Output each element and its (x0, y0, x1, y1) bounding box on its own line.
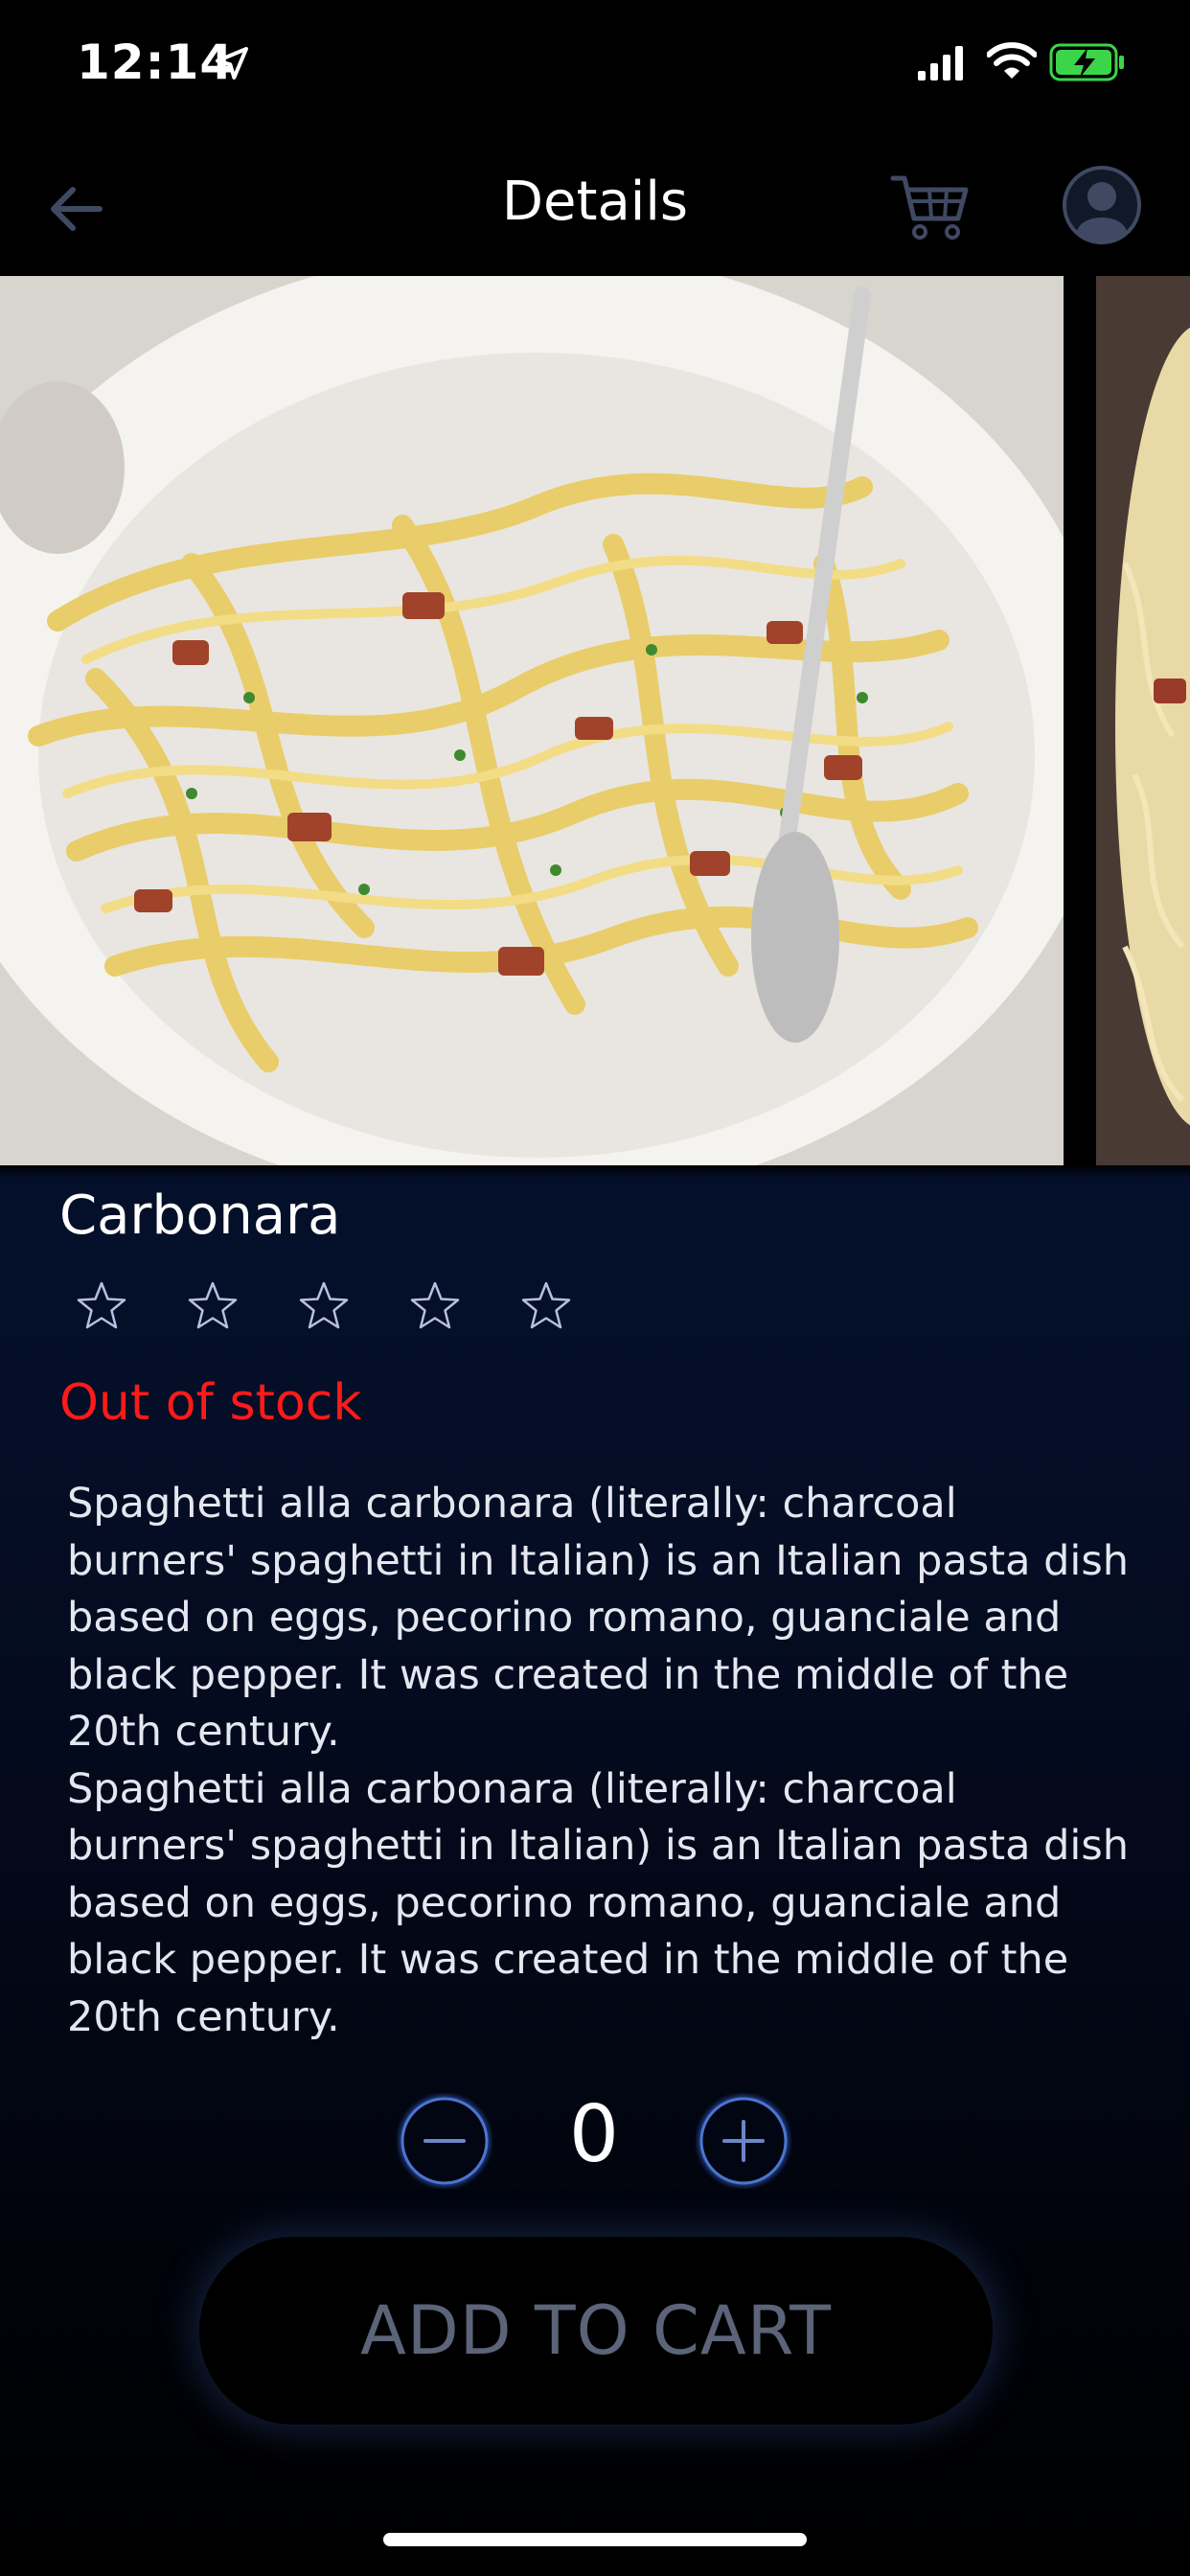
battery-charging-icon (1049, 43, 1124, 81)
minus-icon[interactable] (397, 2093, 492, 2189)
quantity-value: 0 (568, 2089, 620, 2180)
wifi-icon (987, 42, 1037, 79)
dish-photo-next (1096, 276, 1190, 1165)
user-avatar-icon[interactable] (1062, 165, 1142, 245)
status-time: 12:14 (77, 34, 235, 90)
description-paragraph: Spaghetti alla carbonara (literally: cha… (67, 1480, 1130, 1756)
dish-name: Carbonara (59, 1184, 341, 1247)
cart-icon[interactable] (887, 163, 973, 249)
home-indicator[interactable] (383, 2533, 807, 2546)
plus-icon[interactable] (696, 2093, 791, 2189)
details-screen: 12:14 Details Carbonara Out of stock Spa… (0, 0, 1190, 2576)
signal-icon (918, 46, 963, 80)
page-title: Details (501, 171, 689, 233)
star-icon[interactable] (75, 1279, 128, 1333)
location-arrow-icon (216, 47, 248, 80)
nav-bar: Details (0, 134, 1190, 276)
status-bar: 12:14 (0, 0, 1190, 134)
image-carousel[interactable] (0, 276, 1190, 1165)
star-icon[interactable] (408, 1279, 462, 1333)
add-to-cart-button[interactable]: ADD TO CART (199, 2237, 993, 2425)
star-icon[interactable] (186, 1279, 240, 1333)
description-paragraph: Spaghetti alla carbonara (literally: cha… (67, 1764, 1130, 2041)
stock-status: Out of stock (59, 1374, 362, 1432)
dish-description: Spaghetti alla carbonara (literally: cha… (67, 1476, 1131, 2046)
star-rating[interactable] (75, 1279, 573, 1333)
dish-photo (0, 276, 1064, 1165)
star-icon[interactable] (297, 1279, 351, 1333)
star-icon[interactable] (519, 1279, 573, 1333)
